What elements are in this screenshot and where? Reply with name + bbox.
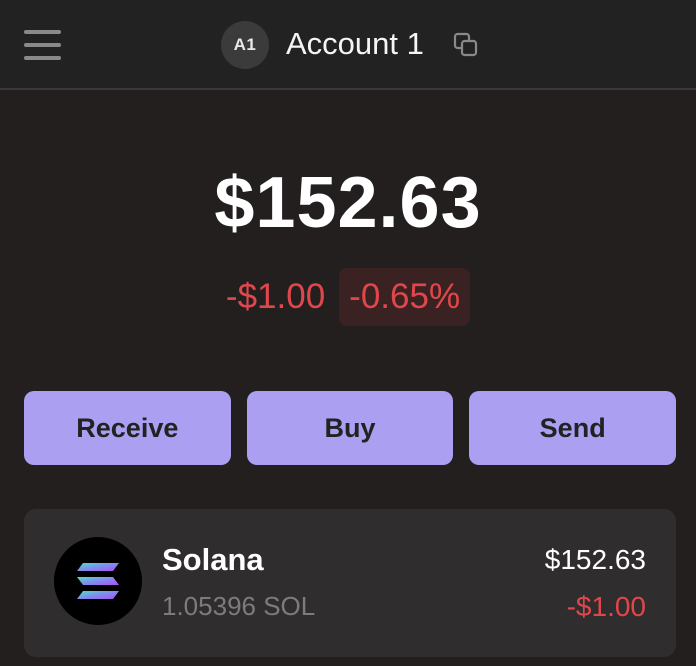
balance-change-amount: -$1.00 <box>225 277 326 316</box>
account-name[interactable]: Account 1 <box>286 24 424 64</box>
copy-icon[interactable] <box>452 31 480 59</box>
account-avatar[interactable]: A1 <box>221 21 269 69</box>
balance-change-percent-badge: -0.65% <box>339 268 471 326</box>
menu-line <box>24 56 61 60</box>
solana-logo-icon <box>54 537 142 625</box>
menu-line <box>24 30 61 34</box>
menu-line <box>24 43 61 47</box>
header: A1 Account 1 <box>0 0 696 90</box>
hamburger-menu-icon[interactable] <box>24 30 61 60</box>
action-buttons: Receive Buy Send <box>24 391 677 465</box>
wallet-app: A1 Account 1 $152.63 -$1.00 -0.65% Recei… <box>0 0 696 666</box>
balance-change-row: -$1.00 -0.65% <box>0 268 696 326</box>
token-change: -$1.00 <box>566 591 646 622</box>
buy-button[interactable]: Buy <box>246 391 454 465</box>
token-name: Solana <box>162 542 264 577</box>
total-balance: $152.63 <box>214 163 482 243</box>
token-amount: 1.05396 SOL <box>162 591 316 621</box>
send-button[interactable]: Send <box>469 391 677 465</box>
token-row-solana[interactable]: Solana 1.05396 SOL $152.63 -$1.00 <box>24 509 676 657</box>
solana-logo-graphic <box>77 563 119 599</box>
token-value: $152.63 <box>544 544 646 575</box>
receive-button[interactable]: Receive <box>24 391 231 465</box>
